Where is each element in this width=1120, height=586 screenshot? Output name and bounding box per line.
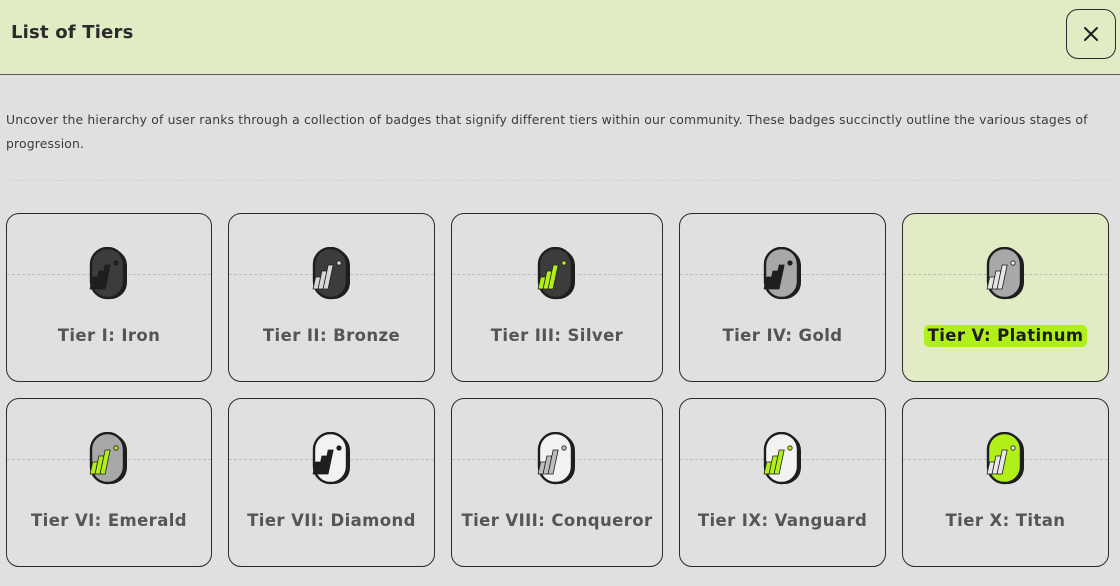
tier-card-platinum[interactable]: Tier V: Platinum: [902, 213, 1109, 382]
tier-card-iron[interactable]: Tier I: Iron: [6, 213, 212, 382]
tier-label: Tier I: Iron: [57, 326, 161, 345]
close-button[interactable]: [1066, 9, 1116, 59]
tier-label: Tier IV: Gold: [722, 326, 843, 345]
iron-badge-icon: [89, 247, 127, 300]
tiers-description: Uncover the hierarchy of user ranks thro…: [6, 112, 1088, 151]
modal-title: List of Tiers: [11, 22, 134, 43]
tier-card-gold[interactable]: Tier IV: Gold: [679, 213, 886, 382]
modal-header: List of Tiers: [0, 0, 1120, 75]
tier-label: Tier II: Bronze: [262, 326, 401, 345]
diamond-badge-icon: [312, 432, 350, 485]
gold-badge-icon: [763, 247, 801, 300]
bronze-badge-icon: [312, 247, 350, 300]
tier-card-vanguard[interactable]: Tier IX: Vanguard: [679, 398, 886, 567]
silver-badge-icon: [537, 247, 575, 300]
tier-label: Tier V: Platinum: [923, 325, 1088, 347]
close-icon: [1084, 27, 1098, 41]
tier-label: Tier III: Silver: [490, 326, 624, 345]
tier-label: Tier IX: Vanguard: [697, 511, 868, 530]
tier-card-diamond[interactable]: Tier VII: Diamond: [228, 398, 435, 567]
tier-card-titan[interactable]: Tier X: Titan: [902, 398, 1109, 567]
section-divider: [6, 180, 1110, 181]
tier-card-emerald[interactable]: Tier VI: Emerald: [6, 398, 212, 567]
vanguard-badge-icon: [763, 432, 801, 485]
titan-badge-icon: [986, 432, 1024, 485]
conqueror-badge-icon: [537, 432, 575, 485]
tier-label: Tier VIII: Conqueror: [461, 511, 653, 530]
tier-label: Tier VI: Emerald: [30, 511, 188, 530]
tier-card-conqueror[interactable]: Tier VIII: Conqueror: [451, 398, 663, 567]
tier-label: Tier X: Titan: [945, 511, 1066, 530]
platinum-badge-icon: [986, 247, 1024, 300]
tier-card-bronze[interactable]: Tier II: Bronze: [228, 213, 435, 382]
tier-card-silver[interactable]: Tier III: Silver: [451, 213, 663, 382]
emerald-badge-icon: [89, 432, 127, 485]
tier-label: Tier VII: Diamond: [247, 511, 416, 530]
